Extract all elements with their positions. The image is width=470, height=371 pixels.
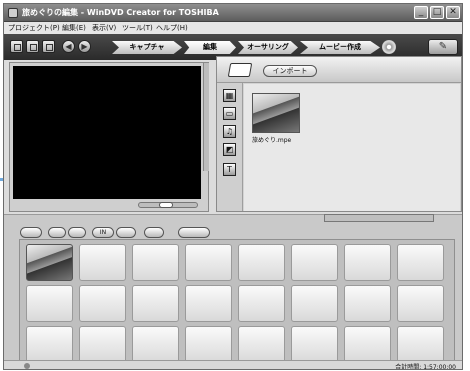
library-tabbar: インポート — [217, 57, 461, 83]
disc-icon[interactable] — [382, 40, 396, 54]
menu-help[interactable]: ヘルプ(H) — [156, 23, 188, 33]
storyboard-cell[interactable] — [132, 285, 179, 322]
storyboard-cell[interactable] — [397, 326, 444, 363]
title-text-icon[interactable]: T — [223, 163, 236, 176]
library-panel: インポート ▦ ▭ ♫ ◩ T 旅めぐり.mpe — [216, 56, 462, 212]
storyboard-cell[interactable] — [344, 285, 391, 322]
folder-icon[interactable] — [227, 63, 253, 77]
storyboard-cell[interactable] — [185, 326, 232, 363]
image-icon[interactable]: ▭ — [223, 107, 236, 120]
close-button[interactable]: ✕ — [446, 6, 460, 19]
media-thumbnail[interactable] — [252, 93, 300, 133]
music-icon[interactable]: ♫ — [223, 125, 236, 138]
status-bar: 合計時間: 1:57:00:00 — [4, 360, 462, 370]
storyboard-cell[interactable] — [397, 244, 444, 281]
total-time-label: 合計時間: 1:57:00:00 — [395, 364, 456, 370]
library-category-bar: ▦ ▭ ♫ ◩ T — [217, 83, 243, 211]
storyboard-cell[interactable] — [26, 244, 73, 281]
tools-icon[interactable]: ✎ — [428, 39, 458, 55]
status-grip-icon — [24, 363, 30, 369]
storyboard-view-button[interactable] — [20, 227, 42, 238]
storyboard-cell[interactable] — [79, 244, 126, 281]
progress-bar — [324, 214, 434, 222]
split-button[interactable] — [144, 227, 164, 238]
storyboard-cell[interactable] — [238, 326, 285, 363]
storyboard-cell[interactable] — [397, 285, 444, 322]
in-point-button[interactable]: IN — [92, 227, 114, 238]
new-project-icon[interactable] — [10, 40, 23, 53]
storyboard-cell[interactable] — [26, 326, 73, 363]
app-icon — [8, 8, 18, 18]
app-window: 旅めぐりの編集 - WinDVD Creator for TOSHIBA _ □… — [3, 3, 463, 370]
storyboard-cell[interactable] — [291, 326, 338, 363]
menu-project[interactable]: プロジェクト(P) — [8, 23, 60, 33]
storyboard-cell[interactable] — [344, 244, 391, 281]
menu-edit[interactable]: 編集(E) — [62, 23, 86, 33]
storyboard-cell[interactable] — [238, 285, 285, 322]
storyboard-area: IN — [4, 214, 462, 369]
storyboard-cell[interactable] — [344, 326, 391, 363]
menu-tools[interactable]: ツール(T) — [122, 23, 153, 33]
step-authoring-button[interactable]: オーサリング — [238, 41, 298, 54]
storyboard-cell[interactable] — [238, 244, 285, 281]
zoom-button[interactable] — [178, 227, 210, 238]
preview-scrollbar[interactable] — [203, 63, 209, 171]
step-make-movie-button[interactable]: ムービー作成 — [300, 41, 380, 54]
video-clips-icon[interactable]: ▦ — [223, 89, 236, 102]
clear-button[interactable] — [116, 227, 136, 238]
menu-view[interactable]: 表示(V) — [92, 23, 116, 33]
playback-slider-knob[interactable] — [159, 202, 173, 208]
menu-bar: プロジェクト(P) 編集(E) 表示(V) ツール(T) ヘルプ(H) — [4, 22, 462, 34]
timeline-mode-button[interactable] — [68, 227, 86, 238]
open-project-icon[interactable] — [26, 40, 39, 53]
window-title: 旅めぐりの編集 - WinDVD Creator for TOSHIBA — [22, 8, 219, 17]
storyboard-mode-button[interactable] — [48, 227, 66, 238]
storyboard-cell[interactable] — [79, 326, 126, 363]
edge-marker — [0, 178, 3, 181]
storyboard-grid — [19, 239, 455, 365]
library-content: 旅めぐり.mpe — [244, 84, 460, 211]
storyboard-cell[interactable] — [185, 244, 232, 281]
storyboard-cell[interactable] — [132, 326, 179, 363]
transition-icon[interactable]: ◩ — [223, 143, 236, 156]
playback-slider[interactable] — [138, 202, 198, 208]
save-project-icon[interactable] — [42, 40, 55, 53]
storyboard-cell[interactable] — [132, 244, 179, 281]
video-preview[interactable] — [13, 66, 201, 199]
storyboard-cell[interactable] — [185, 285, 232, 322]
storyboard-cell[interactable] — [291, 285, 338, 322]
preview-panel — [9, 62, 209, 212]
storyboard-cell[interactable] — [79, 285, 126, 322]
import-button[interactable]: インポート — [263, 65, 317, 77]
step-capture-button[interactable]: キャプチャ — [112, 41, 182, 54]
redo-icon[interactable]: ▶ — [78, 40, 91, 53]
media-filename: 旅めぐり.mpe — [252, 137, 292, 144]
step-edit-button[interactable]: 編集 — [184, 41, 236, 54]
minimize-button[interactable]: _ — [414, 6, 428, 19]
storyboard-cell[interactable] — [291, 244, 338, 281]
title-bar: 旅めぐりの編集 - WinDVD Creator for TOSHIBA _ □… — [4, 4, 462, 22]
maximize-button[interactable]: □ — [430, 6, 444, 19]
storyboard-cell[interactable] — [26, 285, 73, 322]
undo-icon[interactable]: ◀ — [62, 40, 75, 53]
